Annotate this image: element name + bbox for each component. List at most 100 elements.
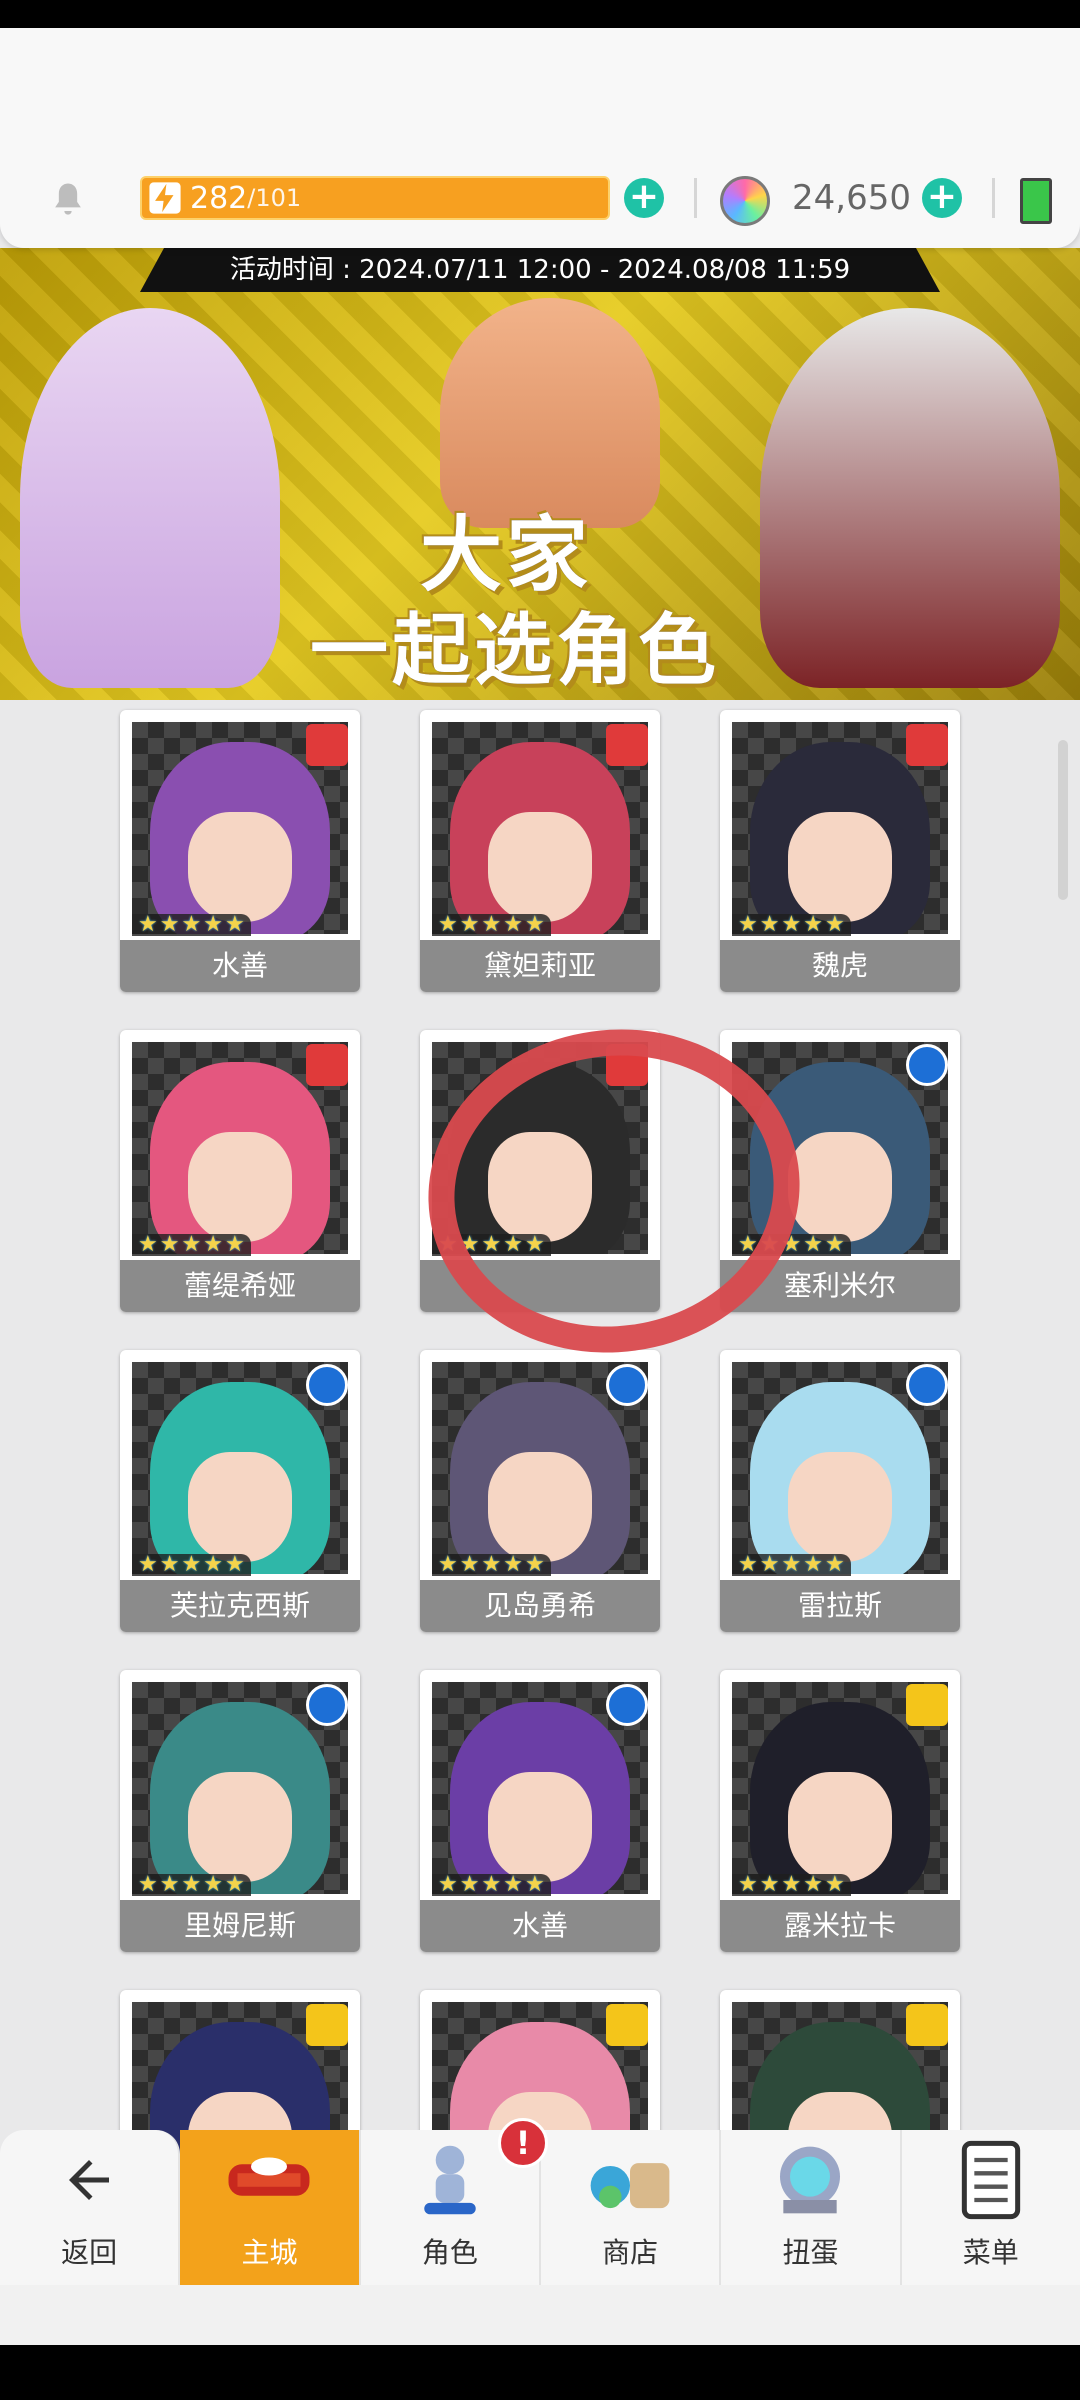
red-element-icon bbox=[906, 724, 948, 766]
star-icon: ★ bbox=[824, 1872, 845, 1897]
star-icon: ★ bbox=[159, 1552, 180, 1577]
star-icon: ★ bbox=[438, 912, 458, 937]
character-card[interactable]: ★ ★ ★ ★ ★ 芙拉克西斯 bbox=[120, 1350, 360, 1632]
add-gems-button[interactable]: + bbox=[922, 178, 962, 218]
energy-max: /101 bbox=[247, 184, 302, 212]
banner-title-line2: 一起选角色 bbox=[310, 606, 721, 696]
character-art bbox=[450, 742, 630, 934]
star-icon: ★ bbox=[159, 912, 180, 937]
yellow-element-icon bbox=[306, 2004, 348, 2046]
rarity-stars: ★★★★★ bbox=[132, 914, 251, 936]
character-face bbox=[788, 1772, 892, 1882]
character-card[interactable]: ★ ★ ★ ★ ★ 黛妲莉亚 bbox=[420, 710, 660, 992]
character-art bbox=[150, 742, 330, 934]
character-name: 雷拉斯 bbox=[720, 1580, 960, 1632]
star-icon: ★ bbox=[203, 912, 223, 937]
nav-menu-label: 菜单 bbox=[962, 2236, 1019, 2269]
yellow-element-icon bbox=[606, 2004, 648, 2046]
divider bbox=[992, 178, 995, 218]
rarity-stars: ★★★★★ bbox=[132, 1874, 251, 1896]
blue-element-icon bbox=[306, 1364, 348, 1406]
yellow-element-icon bbox=[906, 2004, 948, 2046]
star-icon: ★ bbox=[738, 1552, 758, 1577]
star-icon: ★ bbox=[138, 1872, 158, 1897]
star-icon: ★ bbox=[781, 1872, 802, 1897]
character-card[interactable]: ★ ★ ★ ★ ★ 露米拉卡 bbox=[720, 1670, 960, 1952]
star-icon: ★ bbox=[203, 1872, 223, 1897]
star-icon: ★ bbox=[224, 1872, 245, 1897]
rarity-stars: ★★★★★ bbox=[732, 1554, 851, 1576]
rarity-stars: ★★★★★ bbox=[132, 1234, 251, 1256]
star-icon: ★ bbox=[524, 1552, 545, 1577]
star-icon: ★ bbox=[803, 1232, 823, 1257]
blue-element-icon bbox=[906, 1044, 948, 1086]
star-icon: ★ bbox=[459, 912, 480, 937]
nav-menu[interactable]: 菜单 bbox=[901, 2130, 1080, 2285]
system-bar-bottom bbox=[0, 2345, 1080, 2400]
star-icon: ★ bbox=[781, 912, 802, 937]
nav-gacha[interactable]: 扭蛋 bbox=[721, 2130, 902, 2285]
star-icon: ★ bbox=[803, 1552, 823, 1577]
rarity-stars: ★★★★★ bbox=[432, 1554, 551, 1576]
star-icon: ★ bbox=[524, 1872, 545, 1897]
character-art bbox=[450, 1382, 630, 1574]
rarity-stars: ★★★★★ bbox=[732, 914, 851, 936]
star-icon: ★ bbox=[738, 1872, 758, 1897]
star-icon: ★ bbox=[824, 1232, 845, 1257]
character-name: 黛妲莉亚 bbox=[420, 940, 660, 992]
star-icon: ★ bbox=[759, 1872, 780, 1897]
menu-icon bbox=[961, 2140, 1020, 2220]
star-icon: ★ bbox=[159, 1872, 180, 1897]
nav-shop-label: 商店 bbox=[602, 2236, 659, 2269]
scrollbar[interactable] bbox=[1058, 740, 1068, 900]
character-name: 蕾缇希娅 bbox=[120, 1260, 360, 1312]
star-icon: ★ bbox=[803, 1872, 823, 1897]
character-face bbox=[788, 1132, 892, 1242]
character-card[interactable]: ★ ★ ★ ★ ★ 水善 bbox=[120, 710, 360, 992]
character-card[interactable]: ★ ★ ★ ★ ★ 蕾缇希娅 bbox=[120, 1030, 360, 1312]
bell-icon[interactable] bbox=[46, 178, 90, 222]
character-card[interactable]: ★ ★ ★ ★ ★ 里姆尼斯 bbox=[120, 1670, 360, 1952]
nav-gacha-label: 扭蛋 bbox=[782, 2236, 839, 2269]
rarity-stars: ★★★★★ bbox=[732, 1874, 851, 1896]
status-bar-top bbox=[0, 0, 1080, 28]
character-name: 里姆尼斯 bbox=[120, 1900, 360, 1952]
character-name: 水善 bbox=[120, 940, 360, 992]
nav-back[interactable]: 返回 bbox=[0, 2130, 181, 2285]
character-card[interactable]: ★ ★ ★ ★ ★ 雷拉斯 bbox=[720, 1350, 960, 1632]
character-card[interactable]: ★ ★ ★ ★ ★ 魏虎 bbox=[720, 710, 960, 992]
character-art bbox=[450, 1702, 630, 1894]
blue-element-icon bbox=[306, 1684, 348, 1726]
character-name: 水善 bbox=[420, 1900, 660, 1952]
character-art bbox=[750, 1382, 930, 1574]
add-energy-button[interactable]: + bbox=[624, 178, 664, 218]
nav-main-city[interactable]: 主城 bbox=[180, 2130, 361, 2285]
character-name: 露米拉卡 bbox=[720, 1900, 960, 1952]
character-art bbox=[750, 1702, 930, 1894]
shop-icon bbox=[590, 2163, 670, 2209]
rarity-stars: ★★★★★ bbox=[132, 1554, 251, 1576]
rarity-stars: ★★★★★ bbox=[432, 1874, 551, 1896]
star-icon: ★ bbox=[481, 912, 502, 937]
star-icon: ★ bbox=[503, 1552, 523, 1577]
event-banner[interactable]: 活动时间 : 2024.07/11 12:00 - 2024.08/08 11:… bbox=[0, 248, 1080, 700]
character-face bbox=[488, 812, 592, 922]
character-card[interactable]: ★ ★ ★ ★ ★ 水善 bbox=[420, 1670, 660, 1952]
nav-shop[interactable]: 商店 bbox=[540, 2130, 722, 2285]
star-icon: ★ bbox=[224, 1232, 245, 1257]
star-icon: ★ bbox=[224, 912, 245, 937]
energy-bar: 282 /101 bbox=[140, 176, 610, 220]
red-element-icon bbox=[306, 724, 348, 766]
divider bbox=[694, 178, 697, 218]
character-face bbox=[788, 812, 892, 922]
star-icon: ★ bbox=[738, 912, 758, 937]
character-grid: ★ ★ ★ ★ ★ 水善 ★ ★ ★ ★ ★ 黛妲莉亚 ★ ★ ★ ★ ★ 魏虎 ★ ★ ★ ★ ★ 蕾缇希娅 ★ ★ ★ ★ ★ ★ ★ ★… bbox=[0, 700, 1080, 2272]
character-card[interactable]: ★ ★ ★ ★ ★ 见岛勇希 bbox=[420, 1350, 660, 1632]
star-icon: ★ bbox=[138, 912, 158, 937]
rarity-stars: ★★★★★ bbox=[432, 914, 551, 936]
nav-back-label: 返回 bbox=[61, 2236, 118, 2269]
star-icon: ★ bbox=[759, 912, 780, 937]
star-icon: ★ bbox=[203, 1232, 223, 1257]
blue-element-icon bbox=[606, 1364, 648, 1406]
star-icon: ★ bbox=[824, 912, 845, 937]
